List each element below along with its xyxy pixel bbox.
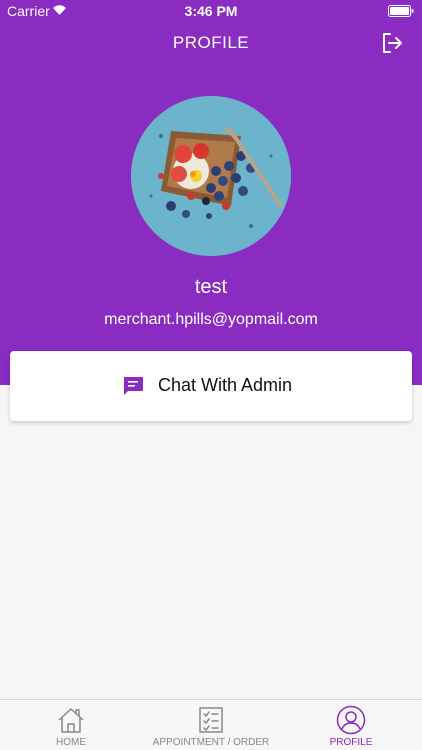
battery-icon [388,5,414,17]
tab-appointment-order[interactable]: APPOINTMENT / ORDER [150,700,272,750]
profile-name: test [194,276,228,298]
status-bar: Carrier 3:46 PM [0,0,422,22]
chat-with-admin-button[interactable]: Chat With Admin [10,351,412,421]
checklist-icon [199,707,223,733]
logout-icon[interactable] [380,31,404,55]
clock: 3:46 PM [184,3,238,19]
user-circle-icon [336,705,366,735]
tab-home[interactable]: HOME [30,700,112,750]
profile-email: merchant.hpills@yopmail.com [104,311,318,328]
home-icon [58,708,84,733]
tab-profile-label: PROFILE [329,737,373,748]
tab-profile[interactable]: PROFILE [318,700,384,750]
chat-bubble-icon [123,377,143,395]
profile-avatar[interactable] [131,96,291,256]
tab-appointment-order-label: APPOINTMENT / ORDER [152,737,270,748]
bottom-tab-bar: HOME APPOINTMENT / ORDER PROFILE [0,699,422,750]
page-title: PROFILE [172,33,250,52]
tab-home-label: HOME [56,737,86,748]
food-photo-avatar [131,96,291,256]
chat-with-admin-label: Chat With Admin [158,375,293,395]
